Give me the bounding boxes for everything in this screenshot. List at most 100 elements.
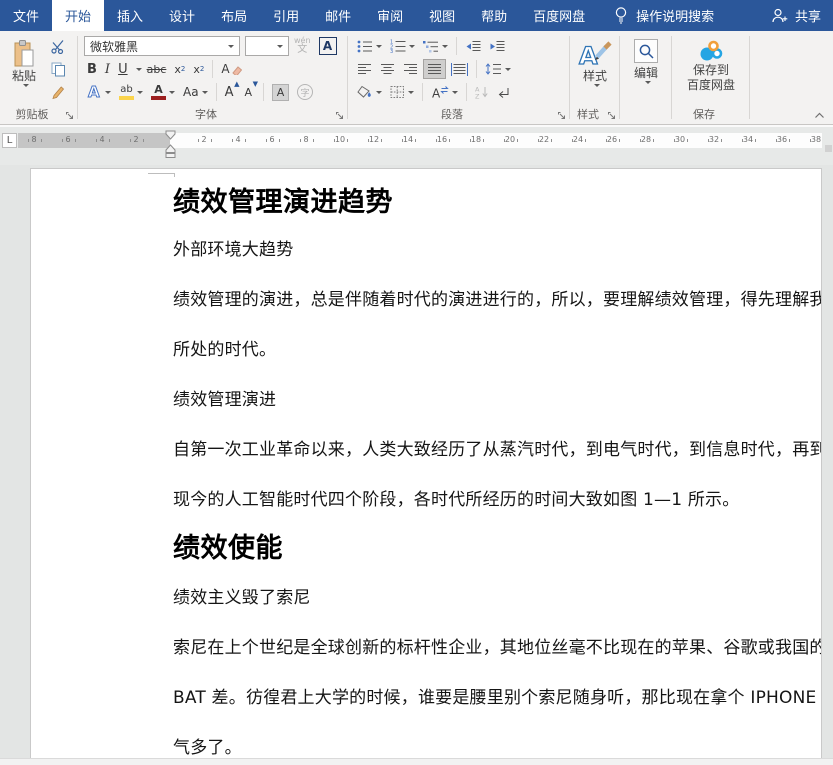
tab-file[interactable]: 文件 [0,0,52,31]
ruler-number: 20 [505,135,515,144]
justify-button[interactable] [423,59,446,79]
ruler-tick [300,139,301,142]
text-effects-button[interactable]: A [84,82,114,102]
bullets-button[interactable] [354,36,385,56]
ruler-bar[interactable]: 86422468101214161820222426283032343638 [18,133,822,148]
sort-button[interactable]: AZ [472,82,492,102]
shading-button[interactable] [354,82,385,102]
styles-dialog-launcher[interactable] [607,111,616,120]
grow-font-button[interactable]: A▲ [222,82,240,102]
paragraph-dialog-launcher[interactable] [557,111,566,120]
ruler-band: L 86422468101214161820222426283032343638 [0,125,833,165]
margin-crop-mark [148,173,175,177]
cut-button[interactable] [47,36,69,56]
highlight-color-button[interactable]: ab [116,82,146,102]
styles-button[interactable]: A 样式 [575,33,615,87]
font-name-combobox[interactable]: 微软雅黑 [84,36,240,56]
paste-button[interactable]: 粘贴 [4,33,44,87]
superscript-button[interactable]: x2 [190,59,207,79]
font-size-combobox[interactable] [245,36,289,56]
asian-layout-button[interactable]: A [428,82,461,102]
copy-button[interactable] [47,59,69,79]
phonetic-guide-button[interactable]: wén文 [291,36,314,56]
indent-markers[interactable] [162,130,179,158]
doc-line[interactable]: 绩效使能 [173,526,283,565]
font-color-button[interactable]: A [148,82,178,102]
multilevel-list-button[interactable] [420,36,451,56]
underline-caret[interactable] [136,68,142,71]
align-center-button[interactable] [377,59,398,79]
ruler-tick [96,139,97,142]
doc-line[interactable]: 自第一次工业革命以来，人类大致经历了从蒸汽时代，到电气时代，到信息时代，再到 [173,435,822,460]
decrease-indent-button[interactable] [462,36,484,56]
tell-me-search[interactable]: 操作说明搜索 [614,0,714,31]
document-page[interactable]: 绩效管理演进趋势外部环境大趋势绩效管理的演进，总是伴随着时代的演进进行的，所以，… [30,168,822,765]
ruler-number: 6 [65,135,70,144]
save-to-baidu-button[interactable]: 保存到 百度网盘 [681,33,741,93]
line-spacing-button[interactable] [482,59,514,79]
ruler-tick [708,139,709,142]
change-case-button[interactable]: Aa [180,82,211,102]
font-dialog-launcher[interactable] [335,111,344,120]
tab-mailings[interactable]: 邮件 [312,0,364,31]
tab-help[interactable]: 帮助 [468,0,520,31]
doc-line[interactable]: 外部环境大趋势 [173,235,293,260]
align-left-button[interactable] [354,59,375,79]
underline-button[interactable]: U [115,59,131,79]
collapse-ribbon-button[interactable] [814,112,825,119]
tab-insert[interactable]: 插入 [104,0,156,31]
tab-layout[interactable]: 布局 [208,0,260,31]
show-hide-marks-button[interactable] [494,82,514,102]
doc-line[interactable]: 绩效管理的演进，总是伴随着时代的演进进行的，所以，要理解绩效管理，得先理解我 [173,285,822,310]
clipboard-dialog-launcher[interactable] [65,111,74,120]
ruler-number: 16 [437,135,447,144]
share-button[interactable]: 共享 [771,0,833,31]
strikethrough-button[interactable]: abc [144,59,170,79]
doc-line[interactable]: 气多了。 [173,733,242,758]
paste-dropdown-caret [23,84,29,87]
ruler-tick [347,139,348,142]
character-shading-button[interactable]: A [269,82,292,102]
ruler-tick [334,139,335,142]
paste-label: 粘贴 [12,69,36,84]
doc-line[interactable]: 现今的人工智能时代四个阶段，各时代所经历的时间大致如图 1—1 所示。 [173,485,739,510]
distributed-button[interactable] [448,59,471,79]
tab-design[interactable]: 设计 [156,0,208,31]
tab-stop-selector[interactable]: L [2,133,17,148]
editing-button[interactable]: 编辑 [627,33,665,84]
ruler-tick [143,139,144,142]
shrink-font-button[interactable]: A▼ [241,82,258,102]
bold-button[interactable]: B [84,59,100,79]
doc-line[interactable]: 绩效管理演进趋势 [173,180,393,219]
doc-line[interactable]: 所处的时代。 [173,335,276,360]
subscript-button[interactable]: x2 [171,59,188,79]
tab-baidu-netdisk[interactable]: 百度网盘 [520,0,598,31]
tab-view[interactable]: 视图 [416,0,468,31]
numbering-button[interactable]: 123 [387,36,418,56]
doc-line[interactable]: 绩效主义毁了索尼 [173,583,311,608]
tab-review[interactable]: 审阅 [364,0,416,31]
doc-line[interactable]: 索尼在上个世纪是全球创新的标杆性企业，其地位丝毫不比现在的苹果、谷歌或我国的 [173,633,822,658]
baidu-netdisk-icon [698,39,724,63]
align-right-button[interactable] [400,59,421,79]
clear-formatting-button[interactable]: A [218,59,244,79]
ruler-tick [245,139,246,142]
doc-line[interactable]: BAT 差。彷徨君上大学的时候，谁要是腰里别个索尼随身听，那比现在拿个 IPHO… [173,683,822,708]
character-border-button[interactable]: A [316,36,340,56]
ruler-corner-square [825,145,832,152]
enclose-characters-button[interactable]: 字 [294,82,316,102]
tell-me-label: 操作说明搜索 [636,6,714,25]
increase-indent-button[interactable] [486,36,508,56]
borders-button[interactable] [387,82,417,102]
italic-button[interactable]: I [102,59,113,79]
tab-home[interactable]: 开始 [52,0,104,31]
ruler-tick [572,139,573,142]
editing-button-label: 编辑 [634,66,658,81]
ruler-tick [62,139,63,142]
ruler-tick [789,139,790,142]
format-painter-button[interactable] [47,82,69,102]
ruler-tick [279,139,280,142]
doc-line[interactable]: 绩效管理演进 [173,385,276,410]
tab-references[interactable]: 引用 [260,0,312,31]
ruler-number: 36 [777,135,787,144]
